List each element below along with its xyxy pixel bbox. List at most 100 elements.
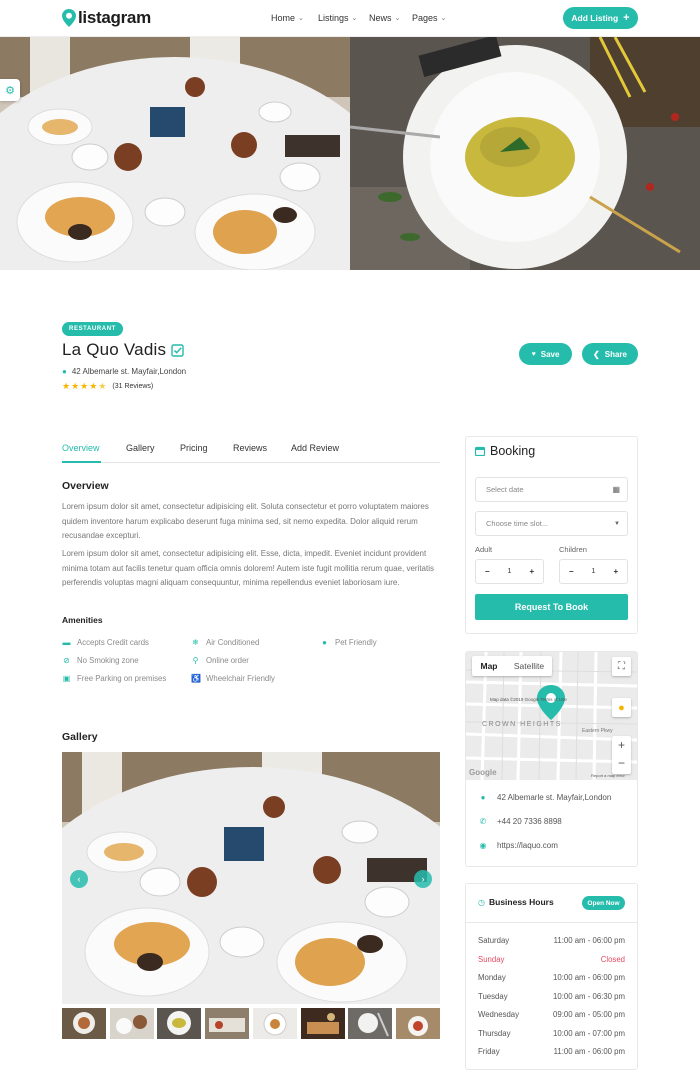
map-pin-icon: ● <box>480 793 486 802</box>
category-badge: RESTAURANT <box>62 322 123 336</box>
amenity-label: Online order <box>206 656 249 665</box>
amenity-label: No Smoking zone <box>77 656 139 665</box>
gallery-thumbnail[interactable] <box>157 1008 201 1039</box>
add-listing-button[interactable]: Add Listing + <box>563 7 638 29</box>
no-smoking-icon: ⊘ <box>63 656 70 665</box>
amenity-item: ❄ Air Conditioned <box>191 638 259 647</box>
zoom-out-button[interactable]: − <box>612 755 631 774</box>
time-slot-placeholder: Choose time slot... <box>486 519 549 528</box>
snowflake-icon: ❄ <box>192 638 199 647</box>
chevron-down-icon: ⌄ <box>440 15 447 22</box>
nav-news-label: News <box>369 13 392 23</box>
share-button[interactable]: ❮ Share <box>582 343 638 365</box>
gallery-thumbnail[interactable] <box>110 1008 154 1039</box>
hours-time: 11:00 am - 06:00 pm <box>553 1047 625 1056</box>
reviews-count[interactable]: (31 Reviews) <box>112 383 153 390</box>
chevron-right-icon: › <box>421 874 425 884</box>
request-to-book-button[interactable]: Request To Book <box>475 594 628 620</box>
map-report-link[interactable]: Report a map error <box>591 773 625 778</box>
zoom-control: + − <box>612 736 631 774</box>
business-hours-header: ◷ Business Hours <box>478 897 554 907</box>
plus-icon: + <box>623 12 630 24</box>
credit-card-icon: ▬ <box>62 638 71 647</box>
nav-home-label: Home <box>271 13 296 23</box>
settings-gear-tab[interactable]: ⚙ <box>0 79 20 101</box>
map-type-control: Map Satellite <box>472 656 552 676</box>
contact-address: ● 42 Albemarle st. Mayfair,London <box>478 793 612 802</box>
gallery-thumbnail[interactable] <box>348 1008 392 1039</box>
amenity-item: ▬ Accepts Credit cards <box>62 638 149 647</box>
zoom-in-button[interactable]: + <box>612 736 631 755</box>
hours-day: Sunday <box>478 955 505 964</box>
save-button[interactable]: ♥ Save <box>519 343 572 365</box>
hours-time: 09:00 am - 05:00 pm <box>553 1010 625 1019</box>
map-tab-map[interactable]: Map <box>472 656 506 676</box>
hours-day: Wednesday <box>478 1010 520 1019</box>
hero-image-pasta-plate <box>350 37 700 270</box>
children-count[interactable]: 1 <box>582 568 604 575</box>
phone-icon: ✆ <box>479 817 487 826</box>
overview-heading: Overview <box>62 480 109 492</box>
nav-news[interactable]: News ⌄ <box>369 13 400 23</box>
calendar-icon: ▦ <box>612 485 620 494</box>
date-input[interactable]: Select date ▦ <box>475 477 628 502</box>
gallery-prev-button[interactable]: ‹ <box>70 870 88 888</box>
hours-row: Wednesday 09:00 am - 05:00 pm <box>478 1010 625 1019</box>
nav-home[interactable]: Home ⌄ <box>271 13 304 23</box>
nav-pages[interactable]: Pages ⌄ <box>412 13 446 23</box>
add-listing-label: Add Listing <box>571 13 619 23</box>
listing-tabs: Overview Gallery Pricing Reviews Add Rev… <box>62 443 440 463</box>
heart-icon: ♥ <box>531 350 536 358</box>
divider <box>466 922 637 923</box>
tab-gallery[interactable]: Gallery <box>126 443 155 463</box>
nav-listings-label: Listings <box>318 13 349 23</box>
street-view-button[interactable]: ● <box>612 698 631 717</box>
amenity-label: Accepts Credit cards <box>77 638 149 647</box>
open-status-badge: Open Now <box>582 896 625 910</box>
chevron-left-icon: ‹ <box>77 874 81 884</box>
save-label: Save <box>540 349 560 359</box>
map-attribution: Map data ©2019 Google Terms of Use <box>490 697 567 702</box>
gallery-next-button[interactable]: › <box>414 870 432 888</box>
amenities-heading: Amenities <box>62 615 103 625</box>
map[interactable]: Map Satellite ⛶ Map data ©2019 Google Te… <box>466 652 637 780</box>
tab-reviews[interactable]: Reviews <box>233 443 267 463</box>
time-slot-select[interactable]: Choose time slot... ▼ <box>475 511 628 536</box>
adult-count[interactable]: 1 <box>498 568 520 575</box>
contact-phone-text: +44 20 7336 8898 <box>497 817 562 826</box>
contact-website[interactable]: ◉ https://laquo.com <box>478 841 558 850</box>
gallery-thumbnail[interactable] <box>253 1008 297 1039</box>
gallery-thumbnail[interactable] <box>62 1008 106 1039</box>
amenity-item: ● Pet Friendly <box>320 638 377 647</box>
booking-title: Booking <box>490 444 536 458</box>
gallery-thumbnail[interactable] <box>396 1008 440 1039</box>
plus-button[interactable]: + <box>605 567 627 576</box>
contact-phone[interactable]: ✆ +44 20 7336 8898 <box>478 817 562 826</box>
tab-pricing[interactable]: Pricing <box>180 443 208 463</box>
fullscreen-button[interactable]: ⛶ <box>612 657 631 676</box>
map-tab-satellite[interactable]: Satellite <box>506 656 552 676</box>
gallery-thumbnail[interactable] <box>301 1008 345 1039</box>
booking-header: Booking <box>475 444 535 458</box>
tab-overview[interactable]: Overview <box>62 443 101 463</box>
hours-day: Tuesday <box>478 992 508 1001</box>
fullscreen-icon: ⛶ <box>618 661 625 672</box>
share-icon: ❮ <box>593 349 600 359</box>
hours-time: 11:00 am - 06:00 pm <box>553 936 625 945</box>
listing-title: La Quo Vadis <box>62 340 167 359</box>
hours-row: Monday 10:00 am - 06:00 pm <box>478 973 625 982</box>
check-square-icon <box>171 343 184 357</box>
hours-time: 10:00 am - 06:30 pm <box>553 992 625 1001</box>
logo[interactable]: listagram <box>62 8 151 28</box>
search-icon: ⚲ <box>192 656 199 665</box>
gear-icon: ⚙ <box>5 84 15 97</box>
chevron-down-icon: ⌄ <box>394 15 401 22</box>
tab-add-review[interactable]: Add Review <box>291 443 339 463</box>
nav-listings[interactable]: Listings ⌄ <box>318 13 357 23</box>
plus-button[interactable]: + <box>521 567 543 576</box>
minus-button[interactable]: − <box>560 567 582 576</box>
amenity-item: ⊘ No Smoking zone <box>62 656 139 665</box>
gallery-thumbnail[interactable] <box>205 1008 249 1039</box>
share-label: Share <box>604 349 627 359</box>
minus-button[interactable]: − <box>476 567 498 576</box>
